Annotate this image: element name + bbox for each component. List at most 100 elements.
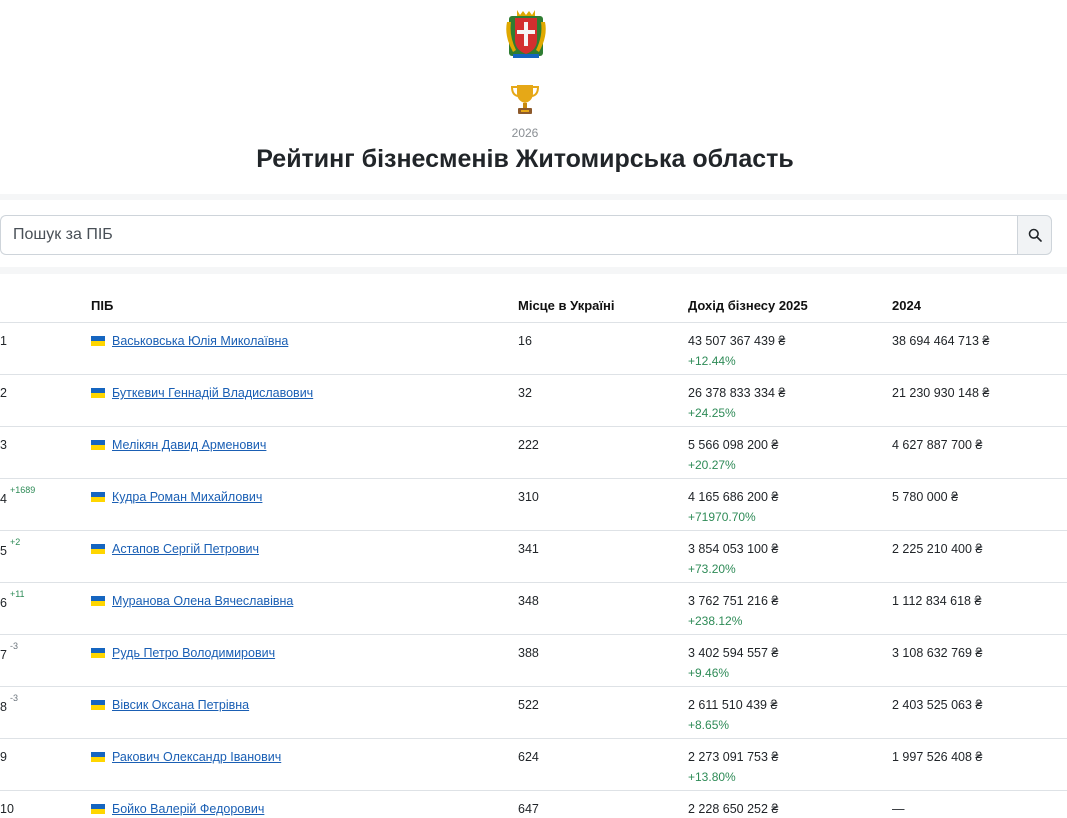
income-growth: +238.12% — [688, 614, 743, 628]
income-cell: 26 378 833 334 ₴ +24.25% — [688, 386, 785, 420]
name-cell: Васьковська Юлія Миколаївна — [91, 334, 288, 348]
rank-number: 6 — [0, 596, 7, 611]
name-cell: Вівсик Оксана Петрівна — [91, 698, 249, 712]
rank-cell: 4+1689 — [0, 485, 35, 506]
search-bar — [0, 215, 1052, 255]
table-row: 7-3 Рудь Петро Володимирович 388 3 402 594 … — [0, 635, 1067, 687]
income-value: 3 762 751 216 ₴ — [688, 594, 779, 608]
place-cell: 222 — [518, 438, 539, 452]
income-cell: 3 402 594 557 ₴ +9.46% — [688, 646, 778, 680]
prev-year-income-cell: 3 108 632 769 ₴ — [892, 646, 983, 660]
ukraine-flag-icon — [91, 804, 105, 814]
income-value: 2 273 091 753 ₴ — [688, 750, 779, 764]
name-cell: Ракович Олександр Іванович — [91, 750, 281, 764]
rank-cell: 1 — [0, 334, 7, 348]
rank-change: -3 — [9, 693, 18, 703]
name-cell: Астапов Сергій Петрович — [91, 542, 259, 556]
person-link[interactable]: Васьковська Юлія Миколаївна — [112, 334, 288, 348]
table-row: 1 Васьковська Юлія Миколаївна 16 43 507 367… — [0, 323, 1067, 375]
name-cell: Мелікян Давид Арменович — [91, 438, 266, 452]
column-header-prev-year[interactable]: 2024 — [892, 298, 921, 313]
rank-cell: 8-3 — [0, 693, 18, 715]
income-growth: +12.44% — [688, 354, 736, 368]
search-input[interactable] — [0, 215, 1018, 255]
rank-number: 10 — [0, 802, 14, 816]
income-value: 43 507 367 439 ₴ — [688, 334, 786, 348]
ukraine-flag-icon — [91, 700, 105, 710]
income-value: 2 611 510 439 ₴ — [688, 698, 778, 712]
rank-change: +2 — [9, 537, 21, 547]
place-cell: 522 — [518, 698, 539, 712]
ranking-table: ПІБ Місце в Україні Дохід бізнесу 2025 2… — [0, 274, 1067, 818]
place-cell: 388 — [518, 646, 539, 660]
search-button[interactable] — [1017, 215, 1052, 255]
table-header: ПІБ Місце в Україні Дохід бізнесу 2025 2… — [0, 274, 1067, 323]
table-row: 6+11 Муранова Олена Вячеславівна 348 3 762 … — [0, 583, 1067, 635]
person-link[interactable]: Кудра Роман Михайлович — [112, 490, 262, 504]
person-link[interactable]: Буткевич Геннадій Владиславович — [112, 386, 313, 400]
table-row: 3 Мелікян Давид Арменович 222 5 566 098 200… — [0, 427, 1067, 479]
rank-cell: 3 — [0, 438, 7, 452]
rank-number: 3 — [0, 438, 7, 452]
rank-number: 2 — [0, 386, 7, 400]
ukraine-flag-icon — [91, 440, 105, 450]
person-link[interactable]: Вівсик Оксана Петрівна — [112, 698, 249, 712]
person-link[interactable]: Мелікян Давид Арменович — [112, 438, 266, 452]
income-value: 3 402 594 557 ₴ — [688, 646, 779, 660]
income-value: 2 228 650 252 ₴ — [688, 802, 779, 816]
income-growth: +8.65% — [688, 718, 730, 732]
income-value: 26 378 833 334 ₴ — [688, 386, 786, 400]
table-row: 9 Ракович Олександр Іванович 624 2 273 091 … — [0, 739, 1067, 791]
prev-year-income-cell: 1 112 834 618 ₴ — [892, 594, 982, 608]
table-row: 2 Буткевич Геннадій Владиславович 32 26 378… — [0, 375, 1067, 427]
column-header-income[interactable]: Дохід бізнесу 2025 — [688, 298, 808, 313]
name-cell: Буткевич Геннадій Владиславович — [91, 386, 313, 400]
rank-cell: 2 — [0, 386, 7, 400]
income-cell: 43 507 367 439 ₴ +12.44% — [688, 334, 785, 368]
place-cell: 310 — [518, 490, 539, 504]
income-value: 4 165 686 200 ₴ — [688, 490, 779, 504]
prev-year-income-cell: 2 403 525 063 ₴ — [892, 698, 983, 712]
income-cell: 3 854 053 100 ₴ +73.20% — [688, 542, 778, 576]
place-cell: 341 — [518, 542, 539, 556]
prev-year-income-cell: 5 780 000 ₴ — [892, 490, 959, 504]
rank-cell: 7-3 — [0, 641, 18, 663]
income-cell: 2 273 091 753 ₴ +13.80% — [688, 750, 778, 784]
rank-cell: 5+2 — [0, 537, 20, 559]
income-growth: +71970.70% — [688, 510, 756, 524]
table-row: 8-3 Вівсик Оксана Петрівна 522 2 611 510 43… — [0, 687, 1067, 739]
prev-year-income-cell: 2 225 210 400 ₴ — [892, 542, 983, 556]
rank-number: 9 — [0, 750, 7, 764]
column-header-name[interactable]: ПІБ — [91, 298, 113, 313]
person-link[interactable]: Бойко Валерій Федорович — [112, 802, 264, 816]
rank-number: 8 — [0, 700, 7, 715]
prev-year-income-cell: 21 230 930 148 ₴ — [892, 386, 990, 400]
rank-change: -3 — [9, 641, 18, 651]
income-growth: +20.27% — [688, 458, 736, 472]
rank-number: 5 — [0, 544, 7, 559]
divider — [0, 267, 1067, 274]
place-cell: 16 — [518, 334, 532, 348]
name-cell: Бойко Валерій Федорович — [91, 802, 264, 816]
prev-year-income-cell: 4 627 887 700 ₴ — [892, 438, 983, 452]
column-header-place[interactable]: Місце в Україні — [518, 298, 615, 313]
table-row: 4+1689 Кудра Роман Михайлович 310 4 165 686… — [0, 479, 1067, 531]
ukraine-flag-icon — [91, 752, 105, 762]
place-cell: 647 — [518, 802, 539, 816]
person-link[interactable]: Рудь Петро Володимирович — [112, 646, 275, 660]
ukraine-flag-icon — [91, 544, 105, 554]
zhytomyr-coat-of-arms-icon — [506, 10, 546, 58]
place-cell: 348 — [518, 594, 539, 608]
income-growth: +9.46% — [688, 666, 730, 680]
rank-number: 7 — [0, 648, 7, 663]
person-link[interactable]: Астапов Сергій Петрович — [112, 542, 259, 556]
rank-change: +1689 — [9, 485, 36, 495]
person-link[interactable]: Муранова Олена Вячеславівна — [112, 594, 293, 608]
income-cell: 2 611 510 439 ₴ +8.65% — [688, 698, 777, 732]
income-cell: 5 566 098 200 ₴ +20.27% — [688, 438, 778, 472]
page: 2026 Рейтинг бізнесменів Житомирська обл… — [0, 0, 1067, 818]
income-value: 3 854 053 100 ₴ — [688, 542, 779, 556]
person-link[interactable]: Ракович Олександр Іванович — [112, 750, 281, 764]
ukraine-flag-icon — [91, 596, 105, 606]
name-cell: Муранова Олена Вячеславівна — [91, 594, 293, 608]
